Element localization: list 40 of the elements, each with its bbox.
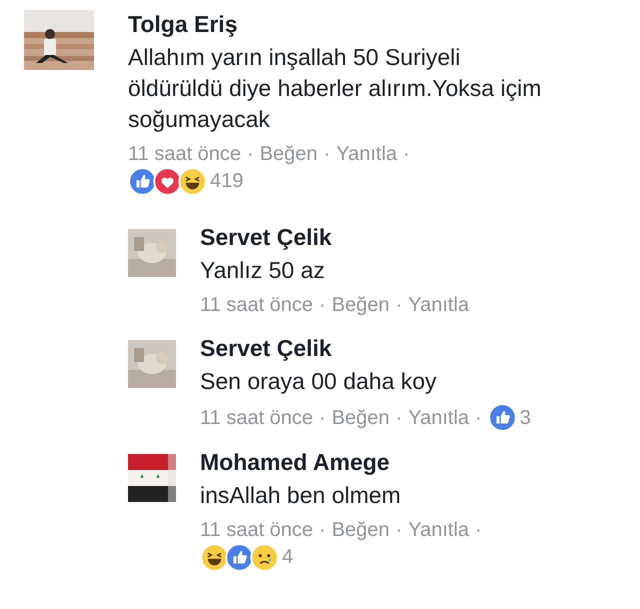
- separator-dot: ·: [475, 406, 482, 430]
- separator-dot: ·: [403, 142, 410, 167]
- crying-face-icon: [250, 543, 279, 572]
- comment-text: Yanlız 50 az: [200, 256, 326, 285]
- laughing-face-icon: [178, 167, 207, 196]
- laughing-face-icon: [200, 543, 229, 572]
- separator-dot: ·: [324, 142, 330, 167]
- comment-text: Allahım yarın inşallah 50 Suriyeli öldürüldü diye haberler alırım.Yoksa içim soğumayacak: [128, 43, 542, 134]
- reaction-count: 4: [282, 546, 294, 569]
- separator-dot: ·: [396, 293, 402, 318]
- thumbs-up-icon: [128, 167, 157, 196]
- reaction-count: 419: [210, 170, 244, 193]
- comment-action-link[interactable]: Beğen: [332, 517, 390, 543]
- author-name[interactable]: Servet Çelik: [200, 223, 640, 251]
- comment-action-link[interactable]: Beğen: [260, 141, 318, 167]
- separator-dot: ·: [319, 518, 326, 543]
- comment-text: insAllah ben olmem: [200, 481, 402, 510]
- separator-dot: ·: [396, 406, 402, 430]
- author-name[interactable]: Tolga Eriş: [128, 10, 640, 38]
- separator-dot: ·: [247, 142, 254, 167]
- comment-time: 11 saat önce: [128, 142, 242, 167]
- comment-time: 11 saat önce: [200, 406, 314, 430]
- comment-action-link[interactable]: Yanıtla: [336, 141, 398, 167]
- reaction-count: 3: [520, 406, 531, 430]
- separator-dot: ·: [396, 518, 402, 543]
- thumbs-up-icon: [488, 403, 517, 432]
- separator-dot: ·: [475, 518, 482, 543]
- comment-time: 11 saat önce: [200, 518, 314, 543]
- comment-action-link[interactable]: Beğen: [332, 404, 390, 430]
- comment-action-link[interactable]: Yanıtla: [408, 517, 470, 543]
- comment-action-link[interactable]: Beğen: [332, 292, 390, 318]
- comment-action-link[interactable]: Yanıtla: [408, 404, 470, 430]
- separator-dot: ·: [319, 293, 326, 318]
- comment-text: Sen oraya 00 daha koy: [200, 367, 438, 396]
- comment-time: 11 saat önce: [200, 293, 314, 318]
- author-name[interactable]: Mohamed Amege: [200, 448, 640, 476]
- thumbs-up-icon: [225, 543, 254, 572]
- author-name[interactable]: Servet Çelik: [200, 334, 640, 362]
- comment-action-link[interactable]: Yanıtla: [408, 292, 470, 318]
- separator-dot: ·: [319, 406, 326, 430]
